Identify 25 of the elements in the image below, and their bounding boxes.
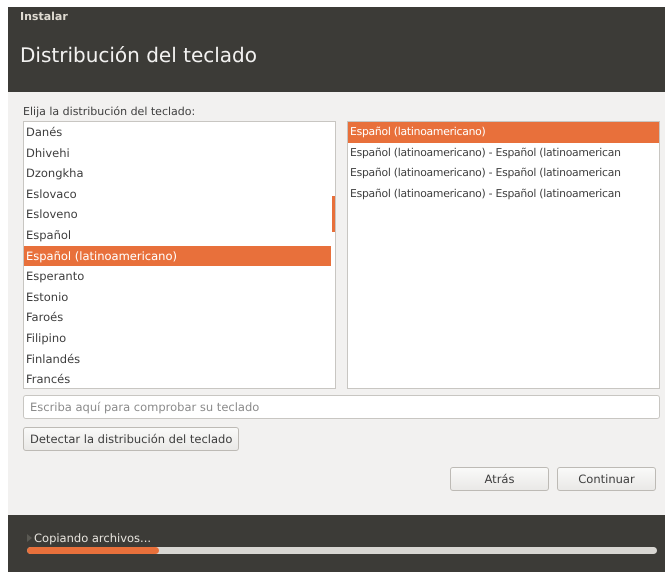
- continue-button[interactable]: Continuar: [557, 467, 656, 491]
- list-item[interactable]: Francés: [24, 369, 331, 388]
- list-item[interactable]: Esloveno: [24, 204, 331, 225]
- detect-layout-button[interactable]: Detectar la distribución del teclado: [23, 427, 240, 451]
- list-item[interactable]: Esperanto: [24, 266, 331, 287]
- list-item[interactable]: Español: [24, 224, 331, 246]
- back-button[interactable]: Atrás: [450, 467, 549, 491]
- list-item[interactable]: Español (latinoamericano) - Español (latinoamerican: [348, 142, 659, 164]
- list-label: Elija la distribución del teclado:: [23, 105, 196, 118]
- list-item[interactable]: Estonio: [24, 286, 331, 308]
- window-title: Instalar: [20, 10, 68, 23]
- test-input-field[interactable]: Escriba aquí para comprobar su teclado: [23, 395, 660, 419]
- list-item[interactable]: Finlandés: [24, 348, 331, 370]
- list-item[interactable]: Dzongkha: [24, 163, 331, 184]
- list-item[interactable]: Dhivehi: [24, 142, 331, 164]
- expander-icon[interactable]: [27, 534, 32, 542]
- list-item[interactable]: Español (latinoamericano) - Español (latinoamerican: [348, 184, 659, 204]
- page-title: Distribución del teclado: [20, 43, 257, 67]
- list-item[interactable]: Danés: [24, 122, 331, 143]
- scrollbar-icon[interactable]: [332, 196, 335, 232]
- list-item[interactable]: Español (latinoamericano) - Español (latinoamerican: [348, 163, 659, 184]
- status-text: Copiando archivos...: [34, 531, 152, 545]
- list-item[interactable]: Faroés: [24, 307, 331, 328]
- list-item[interactable]: Eslovaco: [24, 184, 331, 204]
- list-item[interactable]: Filipino: [24, 328, 331, 349]
